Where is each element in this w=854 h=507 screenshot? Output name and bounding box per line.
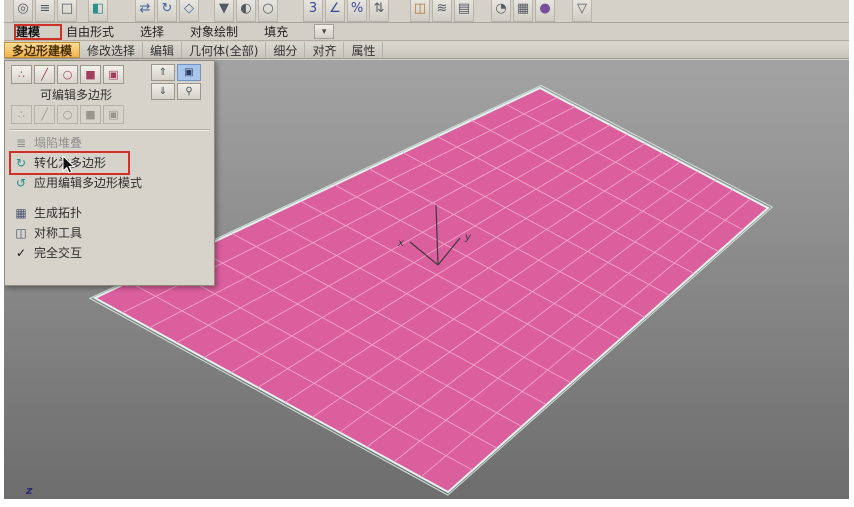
render-setup-icon[interactable]: ▽ [572,0,592,22]
main-toolbar-icons: ◎ ≡ □ ◧ ⇄ ↻ ◇ ▼ ◐ ○ 3 ∠% ⇅ ◫ ≋ ▤ ◔ ▦ ● ▽ [4,0,849,22]
axis-x-label: x [397,238,404,249]
pin-icon[interactable]: ⚲ [177,83,201,100]
selection-region-icon[interactable]: □ [57,0,77,22]
menu-item-symmetry-tools[interactable]: ◫ 对称工具 [5,223,214,243]
panel-controls: ⇑ ▣ ⇓ ⚲ [151,64,201,100]
subobject-mode-buttons-disabled: ∴ ╱ ○ ■ ▣ [11,105,126,124]
editable-poly-label: 可编辑多边形 [39,88,112,102]
edge-disabled-icon: ╱ [34,105,55,124]
element-icon[interactable]: ▣ [103,65,124,84]
edit-poly-mode-label: 应用编辑多边形模式 [34,176,143,190]
select-and-manipulate-icon[interactable]: ○ [258,0,278,22]
reference-coordinate-system-icon[interactable]: ▼ [214,0,234,22]
angle-snap-icon[interactable]: ∠ [325,0,345,22]
border-disabled-icon: ○ [57,105,78,124]
polygon-disabled-icon: ■ [80,105,101,124]
edge-icon[interactable]: ╱ [34,65,55,84]
ribbon-panel-strip: 多边形建模 修改选择 编辑 几何体(全部) 细分 对齐 属性 [4,42,849,59]
panel-geometry-all[interactable]: 几何体(全部) [182,42,267,58]
menu-item-convert-to-poly[interactable]: ↻ 转化为多边形 [5,153,214,173]
align-icon[interactable]: ≋ [432,0,452,22]
tab-modeling[interactable]: 建模 [16,23,40,40]
vertex-icon[interactable]: ∴ [11,65,32,84]
polygon-icon[interactable]: ■ [80,65,101,84]
percent-snap-icon[interactable]: % [347,0,367,22]
window-crossing-icon[interactable]: ◧ [88,0,108,22]
select-and-move-icon[interactable]: ⇄ [135,0,155,22]
element-disabled-icon: ▣ [103,105,124,124]
application-window: ◎ ≡ □ ◧ ⇄ ↻ ◇ ▼ ◐ ○ 3 ∠% ⇅ ◫ ≋ ▤ ◔ ▦ ● ▽ 建模 自由形式 选择 对象绘制 填充… [4,0,849,499]
ribbon-tab-bar: 建模 自由形式 选择 对象绘制 填充 ▾ [4,23,849,41]
use-pivot-point-center-icon[interactable]: ◐ [236,0,256,22]
collapse-stack-icon: ≣ [15,136,27,150]
vertex-disabled-icon: ∴ [11,105,32,124]
tab-freeform[interactable]: 自由形式 [66,23,114,40]
mouse-cursor [62,156,76,174]
symmetry-icon: ◫ [15,226,27,240]
checkmark-icon: ✓ [15,246,27,260]
tab-selection[interactable]: 选择 [140,23,164,40]
panel-polygon-modeling[interactable]: 多边形建模 [4,42,81,58]
convert-to-poly-icon: ↻ [15,156,27,170]
layer-manager-icon[interactable]: ▤ [454,0,474,22]
select-and-scale-icon[interactable]: ◇ [179,0,199,22]
axis-y-label: y [464,232,472,243]
material-editor-icon[interactable]: ● [535,0,555,22]
collapse-stack-label: 塌陷堆叠 [34,136,83,150]
select-by-name-icon[interactable]: ≡ [35,0,55,22]
spinner-snap-icon[interactable]: ⇅ [369,0,389,22]
topology-icon: ▦ [15,206,27,220]
topology-label: 生成拓扑 [34,206,83,220]
snaps-toggle-3-icon[interactable]: 3 [303,0,323,22]
edit-poly-mode-icon: ↺ [15,176,27,190]
curve-editor-icon[interactable]: ◔ [491,0,511,22]
panel-subdivision[interactable]: 细分 [266,42,306,58]
expand-down-button[interactable]: ⇓ [151,83,175,100]
viewport-axis-z-label: z [26,484,33,497]
menu-item-collapse-stack[interactable]: ≣ 塌陷堆叠 [5,133,214,153]
ribbon-overflow-button[interactable]: ▾ [314,24,335,39]
expand-up-button[interactable]: ⇑ [151,64,175,81]
flyout-separator [9,129,210,131]
mirror-icon[interactable]: ◫ [410,0,430,22]
select-and-rotate-icon[interactable]: ↻ [157,0,177,22]
menu-item-full-interactivity[interactable]: ✓ 完全交互 [5,243,214,263]
main-toolbar: ◎ ≡ □ ◧ ⇄ ↻ ◇ ▼ ◐ ○ 3 ∠% ⇅ ◫ ≋ ▤ ◔ ▦ ● ▽ [4,0,849,23]
panel-edit[interactable]: 编辑 [143,42,183,58]
schematic-view-icon[interactable]: ▦ [513,0,533,22]
panel-align[interactable]: 对齐 [305,42,345,58]
panel-properties[interactable]: 属性 [344,42,384,58]
subobject-mode-buttons: ∴ ╱ ○ ■ ▣ [11,65,126,84]
panel-toggle-button[interactable]: ▣ [177,64,201,81]
menu-item-apply-edit-poly-mode[interactable]: ↺ 应用编辑多边形模式 [5,173,214,193]
tab-populate[interactable]: 填充 [264,23,288,40]
menu-item-generate-topology[interactable]: ▦ 生成拓扑 [5,203,214,223]
select-object-icon[interactable]: ◎ [13,0,33,22]
polygon-modeling-flyout: ∴╱○■▣ ⇑ ▣ ⇓ ⚲ 可编辑多边形 ∴╱○■▣ ≣ 塌陷堆叠 ↻ 转化为多… [4,60,215,286]
full-interactivity-label: 完全交互 [34,246,83,260]
flyout-menu: ≣ 塌陷堆叠 ↻ 转化为多边形 ↺ 应用编辑多边形模式 ▦ 生成拓扑 ◫ 对称工… [5,133,214,263]
symmetry-label: 对称工具 [34,226,83,240]
border-icon[interactable]: ○ [57,65,78,84]
panel-modify-selection[interactable]: 修改选择 [80,42,144,58]
tab-object-paint[interactable]: 对象绘制 [190,23,238,40]
